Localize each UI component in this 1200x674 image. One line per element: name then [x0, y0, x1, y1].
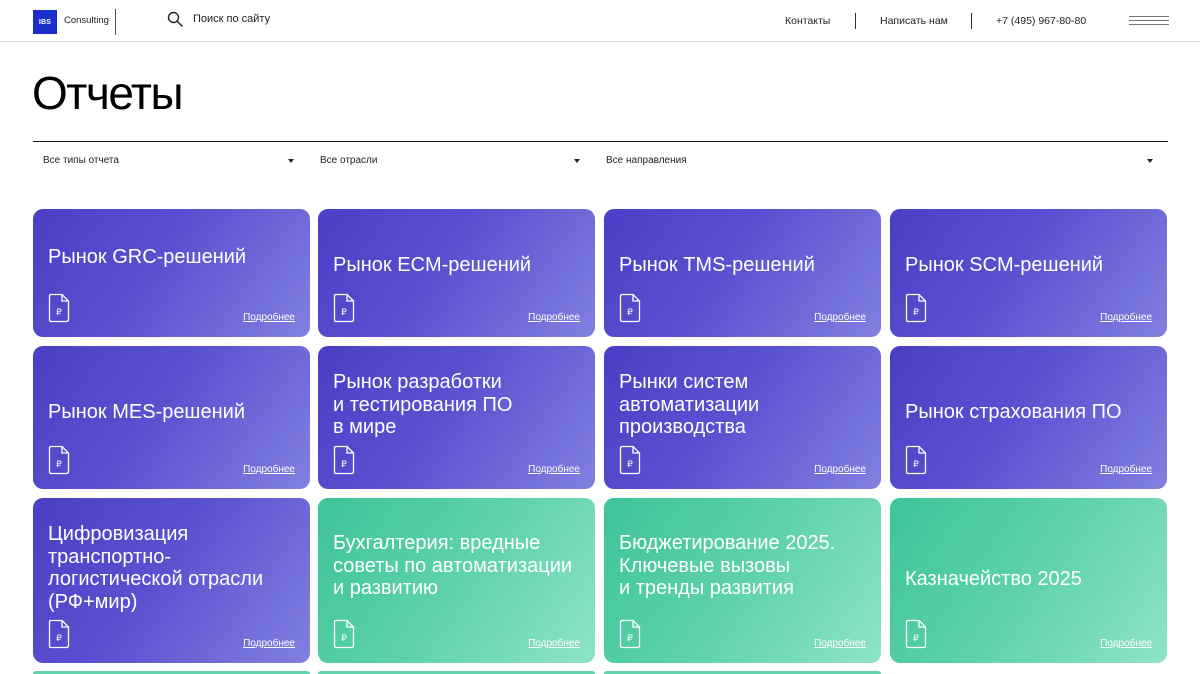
paid-document-icon: ₽ — [333, 445, 355, 475]
filter-industry-label: Все отрасли — [320, 155, 378, 166]
paid-document-icon: ₽ — [905, 293, 927, 323]
report-card[interactable]: Казначейство 2025 ₽ Подробнее — [890, 498, 1167, 663]
ruble-sign: ₽ — [627, 308, 633, 318]
report-card[interactable]: Бюджетирование 2025. Ключевые вызовы и т… — [604, 498, 881, 663]
report-card[interactable]: Рынок TMS-решений ₽ Подробнее — [604, 209, 881, 337]
paid-document-icon: ₽ — [48, 619, 70, 649]
paid-document-icon: ₽ — [48, 293, 70, 323]
nav-phone-link[interactable]: +7 (495) 967-80-80 — [996, 15, 1086, 27]
report-card-title: Рынки систем автоматизации производства — [619, 371, 760, 438]
report-card-more-link[interactable]: Подробнее — [1100, 312, 1152, 323]
menu-burger-icon[interactable] — [1129, 15, 1169, 27]
filter-industry[interactable]: Все отрасли — [310, 142, 595, 170]
logo-consulting-text[interactable]: Consulting — [64, 15, 109, 26]
report-card[interactable]: Рынки систем автоматизации производства ₽… — [604, 346, 881, 489]
filter-direction-label: Все направления — [606, 155, 687, 166]
ibs-logo[interactable]: IBS — [33, 10, 57, 34]
report-card-more-link[interactable]: Подробнее — [243, 638, 295, 649]
report-card-title: Рынок ECM-решений — [333, 254, 532, 276]
ruble-sign: ₽ — [341, 308, 347, 318]
ruble-sign: ₽ — [56, 460, 62, 470]
ruble-sign: ₽ — [341, 634, 347, 644]
filter-report-type[interactable]: Все типы отчета — [33, 142, 309, 170]
ruble-sign: ₽ — [913, 634, 919, 644]
ruble-sign: ₽ — [913, 308, 919, 318]
report-card-more-link[interactable]: Подробнее — [528, 312, 580, 323]
ruble-sign: ₽ — [627, 634, 633, 644]
site-search[interactable]: Поиск по сайту — [167, 11, 270, 27]
filters-bar: Все типы отчета Все отрасли Все направле… — [33, 141, 1168, 169]
nav-separator — [855, 13, 856, 29]
report-card[interactable]: Бухгалтерия: вредные советы по автоматиз… — [318, 498, 595, 663]
ruble-sign: ₽ — [627, 460, 633, 470]
report-card[interactable]: Рынок страхования ПО ₽ Подробнее — [890, 346, 1167, 489]
report-card-title: Рынок разработки и тестирования ПО в мир… — [333, 371, 513, 438]
report-card-more-link[interactable]: Подробнее — [243, 312, 295, 323]
caret-down-icon — [288, 159, 294, 163]
report-card-more-link[interactable]: Подробнее — [528, 638, 580, 649]
report-card-title: Рынок SCM-решений — [905, 254, 1104, 276]
report-card-title: Казначейство 2025 — [905, 568, 1082, 590]
report-card-more-link[interactable]: Подробнее — [814, 638, 866, 649]
nav-separator — [971, 13, 972, 29]
paid-document-icon: ₽ — [619, 445, 641, 475]
caret-down-icon — [1147, 159, 1153, 163]
paid-document-icon: ₽ — [619, 293, 641, 323]
site-header: IBS Consulting Поиск по сайту Контакты Н… — [0, 0, 1200, 42]
report-card-title: Рынок GRC-решений — [48, 246, 247, 268]
nav-write-us-link[interactable]: Написать нам — [880, 15, 948, 27]
report-card-title: Рынок TMS-решений — [619, 254, 815, 276]
report-card[interactable]: Рынок разработки и тестирования ПО в мир… — [318, 346, 595, 489]
report-card-more-link[interactable]: Подробнее — [1100, 638, 1152, 649]
caret-down-icon — [574, 159, 580, 163]
paid-document-icon: ₽ — [333, 293, 355, 323]
report-card-title: Бухгалтерия: вредные советы по автоматиз… — [333, 532, 573, 599]
paid-document-icon: ₽ — [619, 619, 641, 649]
filter-report-type-label: Все типы отчета — [43, 155, 119, 166]
filter-direction[interactable]: Все направления — [596, 142, 1168, 170]
report-card-title: Бюджетирование 2025. Ключевые вызовы и т… — [619, 532, 836, 599]
report-card[interactable]: Рынок ECM-решений ₽ Подробнее — [318, 209, 595, 337]
search-label[interactable]: Поиск по сайту — [193, 13, 270, 25]
report-card-more-link[interactable]: Подробнее — [814, 464, 866, 475]
report-card-more-link[interactable]: Подробнее — [814, 312, 866, 323]
report-card-title: Рынок страхования ПО — [905, 401, 1122, 423]
report-card-title: Цифровизация транспортно- логистической … — [48, 523, 264, 613]
paid-document-icon: ₽ — [333, 619, 355, 649]
paid-document-icon: ₽ — [905, 619, 927, 649]
ruble-sign: ₽ — [56, 308, 62, 318]
report-card[interactable]: Рынок SCM-решений ₽ Подробнее — [890, 209, 1167, 337]
report-card[interactable]: Рынок GRC-решений ₽ Подробнее — [33, 209, 310, 337]
report-card-more-link[interactable]: Подробнее — [243, 464, 295, 475]
report-card[interactable]: Цифровизация транспортно- логистической … — [33, 498, 310, 663]
paid-document-icon: ₽ — [905, 445, 927, 475]
nav-contacts-link[interactable]: Контакты — [785, 15, 830, 27]
report-card-title: Рынок MES-решений — [48, 401, 245, 423]
paid-document-icon: ₽ — [48, 445, 70, 475]
ruble-sign: ₽ — [341, 460, 347, 470]
search-icon — [167, 11, 183, 27]
ruble-sign: ₽ — [56, 634, 62, 644]
ruble-sign: ₽ — [913, 460, 919, 470]
logo-divider — [115, 9, 116, 35]
report-card-more-link[interactable]: Подробнее — [1100, 464, 1152, 475]
page-title: Отчеты — [32, 67, 184, 119]
report-card[interactable]: Рынок MES-решений ₽ Подробнее — [33, 346, 310, 489]
report-card-more-link[interactable]: Подробнее — [528, 464, 580, 475]
